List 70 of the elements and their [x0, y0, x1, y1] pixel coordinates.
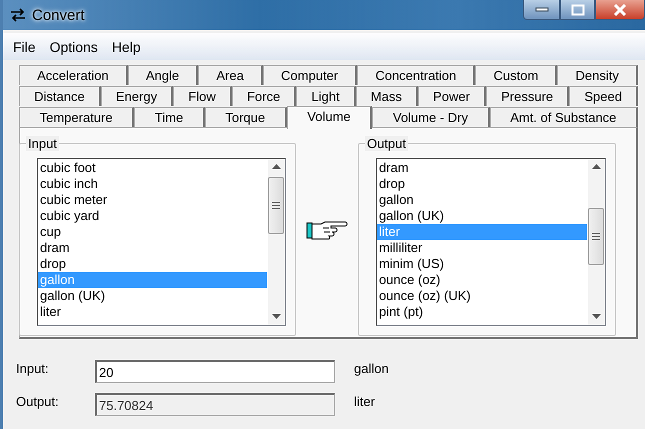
list-item[interactable]: gallon [376, 192, 587, 208]
scrollbar[interactable] [587, 159, 605, 325]
value-field[interactable]: 75.70824 [95, 393, 335, 416]
scroll-down-icon[interactable] [592, 314, 601, 319]
tab[interactable]: Time [134, 107, 205, 127]
list-item[interactable]: cup [38, 224, 267, 240]
list-item[interactable]: liter [38, 304, 267, 320]
value-field[interactable]: 20 [95, 360, 335, 383]
tab[interactable]: Flow [173, 86, 232, 106]
list-item[interactable]: cubic inch [38, 176, 267, 192]
list-item[interactable]: ounce (oz) (UK) [376, 288, 587, 304]
scroll-thumb[interactable] [588, 208, 604, 265]
list-item[interactable]: dram [376, 160, 587, 176]
close-button[interactable] [595, 0, 645, 20]
menu-item[interactable]: Options [42, 38, 105, 54]
tab[interactable]: Distance [19, 86, 101, 106]
group-title: Output [364, 136, 408, 151]
tab[interactable]: Volume - Dry [372, 107, 490, 127]
tab[interactable]: Computer [262, 65, 358, 85]
pointing-hand-icon [306, 219, 348, 241]
minimize-icon [534, 7, 548, 12]
list-item[interactable]: ounce (oz) [376, 272, 587, 288]
tab[interactable]: Power [418, 86, 486, 106]
scroll-up-icon[interactable] [592, 164, 601, 169]
menu-item[interactable]: Help [104, 38, 148, 54]
unit-list[interactable]: cubic foot cubic inch cubic meter cubic yard cup dram drop gallon gallon (UK) liter [37, 158, 286, 326]
scroll-thumb[interactable] [268, 177, 284, 234]
maximize-icon [570, 4, 584, 16]
list-item[interactable]: drop [376, 176, 587, 192]
maximize-button[interactable] [560, 0, 595, 20]
list-item[interactable]: gallon (UK) [38, 288, 267, 304]
unit-label: gallon [354, 361, 390, 376]
list-item[interactable]: cubic meter [38, 192, 267, 208]
list-item[interactable]: dram [38, 240, 267, 256]
window-title: Convert [32, 6, 85, 24]
list-item[interactable]: milliliter [376, 240, 587, 256]
list-item[interactable]: minim (US) [376, 256, 587, 272]
unit-list[interactable]: dram drop gallon gallon (UK) liter milliliter minim (US) ounce (oz) ounce (oz) (UK) pint (pt) [376, 158, 606, 326]
field-label: Output: [16, 394, 60, 409]
tab[interactable]: Area [198, 65, 263, 85]
menu-item[interactable]: File [6, 38, 43, 54]
tab[interactable]: Force [232, 86, 296, 106]
list-item[interactable]: drop [38, 256, 267, 272]
list-item[interactable]: cubic yard [38, 208, 267, 224]
minimize-button[interactable] [523, 0, 560, 20]
tab[interactable]: Light [296, 86, 356, 106]
tab[interactable]: Angle [128, 65, 198, 85]
tab[interactable]: Mass [356, 86, 418, 106]
group-title: Input [26, 136, 59, 151]
tab[interactable]: Pressure [486, 86, 570, 106]
field-label: Input: [16, 361, 50, 376]
tab[interactable]: Density [557, 65, 638, 85]
scrollbar[interactable] [266, 159, 285, 325]
list-item[interactable]: gallon (UK) [376, 208, 587, 224]
tab[interactable]: Temperature [19, 107, 134, 127]
list-item[interactable]: cubic foot [38, 160, 267, 176]
scroll-down-icon[interactable] [272, 314, 281, 319]
close-icon [613, 4, 627, 16]
tab[interactable]: Concentration [357, 65, 476, 85]
tab[interactable]: Speed [569, 86, 638, 106]
tab[interactable]: Volume [286, 106, 372, 129]
scroll-up-icon[interactable] [272, 164, 281, 169]
tab[interactable]: Energy [100, 86, 174, 106]
tab[interactable]: Amt. of Substance [490, 107, 638, 127]
convert-arrows-icon [10, 8, 26, 22]
unit-label: liter [354, 394, 376, 409]
tab[interactable]: Custom [475, 65, 558, 85]
tab[interactable]: Acceleration [19, 65, 128, 85]
tab[interactable]: Torque [204, 107, 287, 127]
list-item[interactable]: pint (pt) [376, 304, 587, 320]
